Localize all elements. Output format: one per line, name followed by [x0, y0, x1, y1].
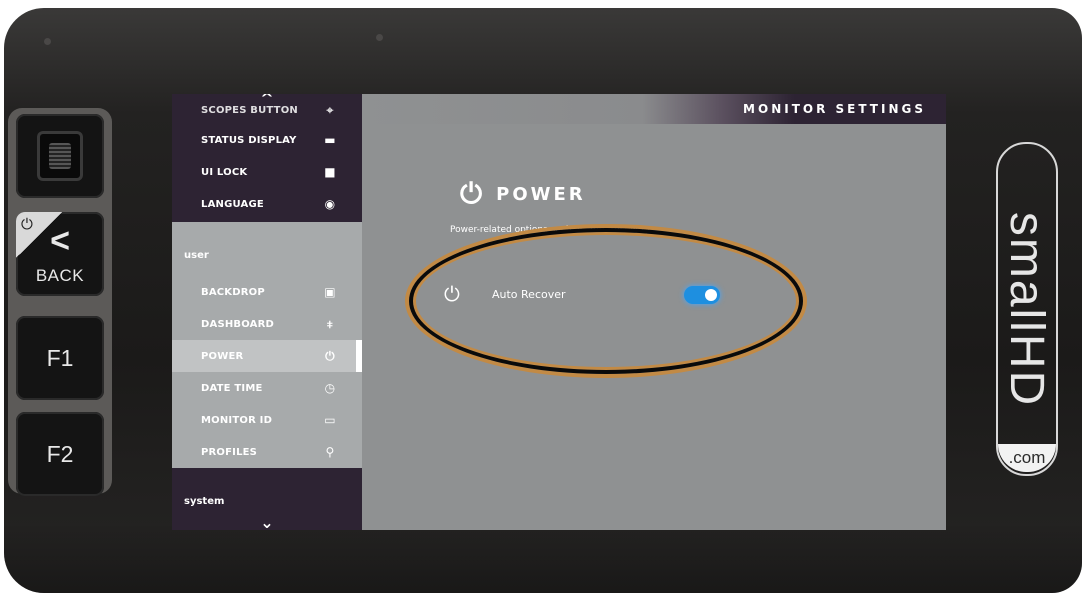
power-icon: ⏻ — [460, 177, 483, 210]
settings-sidebar: ^ SCOPES BUTTON ⌖ STATUS DISPLAY ▬ UI LO… — [172, 94, 362, 530]
sidebar-item-label: MONITOR ID — [201, 414, 273, 426]
sidebar-item-ui-lock[interactable]: UI LOCK ■ — [172, 156, 362, 188]
sidebar-item-dashboard[interactable]: DASHBOARD ⧧ — [172, 308, 362, 340]
sidebar-item-label: UI LOCK — [201, 166, 248, 178]
sidebar-item-label: POWER — [201, 350, 244, 362]
bezel-screw — [44, 38, 51, 45]
scroll-down-caret[interactable]: ⌄ — [172, 515, 362, 531]
power-icon: ⏻ — [444, 282, 460, 306]
auto-recover-row[interactable]: ⏻ Auto Recover — [442, 278, 732, 310]
monitor-id-icon: ▭ — [324, 413, 336, 427]
sidebar-item-label: PROFILES — [201, 446, 258, 458]
clock-icon: ◷ — [324, 381, 336, 395]
brand-name: smallHD — [1000, 211, 1054, 407]
back-button[interactable]: ⏻ < BACK — [16, 212, 104, 296]
sidebar-item-label: SCOPES BUTTON — [201, 104, 298, 116]
section-label-user: user — [184, 250, 209, 261]
page-title: MONITOR SETTINGS — [743, 102, 926, 116]
lock-icon: ■ — [324, 165, 336, 179]
joystick-cap — [37, 131, 83, 181]
sidebar-item-scopes-button[interactable]: SCOPES BUTTON ⌖ — [172, 100, 362, 120]
f1-label: F1 — [46, 344, 74, 371]
backdrop-icon: ▣ — [324, 285, 336, 299]
status-display-icon: ▬ — [324, 133, 336, 147]
sidebar-item-power[interactable]: POWER ⏻ — [172, 340, 362, 372]
hardware-button-panel: ⏻ < BACK F1 F2 — [8, 108, 112, 496]
section-heading-text: POWER — [496, 183, 586, 205]
sidebar-item-label: BACKDROP — [201, 286, 265, 298]
back-label: BACK — [35, 266, 85, 285]
brand-logo: smallHD — [996, 142, 1058, 476]
bezel-screw — [376, 34, 383, 41]
sidebar-item-label: STATUS DISPLAY — [201, 134, 297, 146]
sidebar-item-backdrop[interactable]: BACKDROP ▣ — [172, 276, 362, 308]
joystick-grip — [49, 143, 71, 169]
f2-label: F2 — [46, 440, 74, 467]
profiles-icon: ⚲ — [325, 445, 335, 459]
scopes-icon: ⌖ — [326, 102, 334, 117]
sidebar-item-label: DATE TIME — [201, 382, 263, 394]
power-icon: ⏻ — [325, 348, 335, 363]
sidebar-item-date-time[interactable]: DATE TIME ◷ — [172, 372, 362, 404]
power-icon: ⏻ — [21, 216, 33, 233]
monitor-screen: ^ SCOPES BUTTON ⌖ STATUS DISPLAY ▬ UI LO… — [172, 94, 946, 530]
section-heading: ⏻ POWER — [460, 177, 586, 211]
sidebar-item-profiles[interactable]: PROFILES ⚲ — [172, 436, 362, 468]
section-label-system: system — [184, 496, 225, 507]
dashboard-icon: ⧧ — [326, 316, 334, 331]
f1-button[interactable]: F1 — [16, 316, 104, 400]
sidebar-item-label: DASHBOARD — [201, 318, 275, 330]
sidebar-item-label: LANGUAGE — [201, 198, 264, 210]
sidebar-item-monitor-id[interactable]: MONITOR ID ▭ — [172, 404, 362, 436]
joystick-button[interactable] — [16, 114, 104, 198]
title-bar: MONITOR SETTINGS — [362, 94, 946, 124]
toggle-knob — [705, 289, 717, 301]
setting-label: Auto Recover — [492, 287, 566, 301]
globe-icon: ◉ — [324, 197, 336, 211]
section-description: Power-related options such as auto recov… — [450, 225, 652, 235]
sidebar-item-status-display[interactable]: STATUS DISPLAY ▬ — [172, 124, 362, 156]
auto-recover-toggle[interactable] — [684, 286, 720, 304]
sidebar-item-language[interactable]: LANGUAGE ◉ — [172, 188, 362, 220]
f2-button[interactable]: F2 — [16, 412, 104, 496]
